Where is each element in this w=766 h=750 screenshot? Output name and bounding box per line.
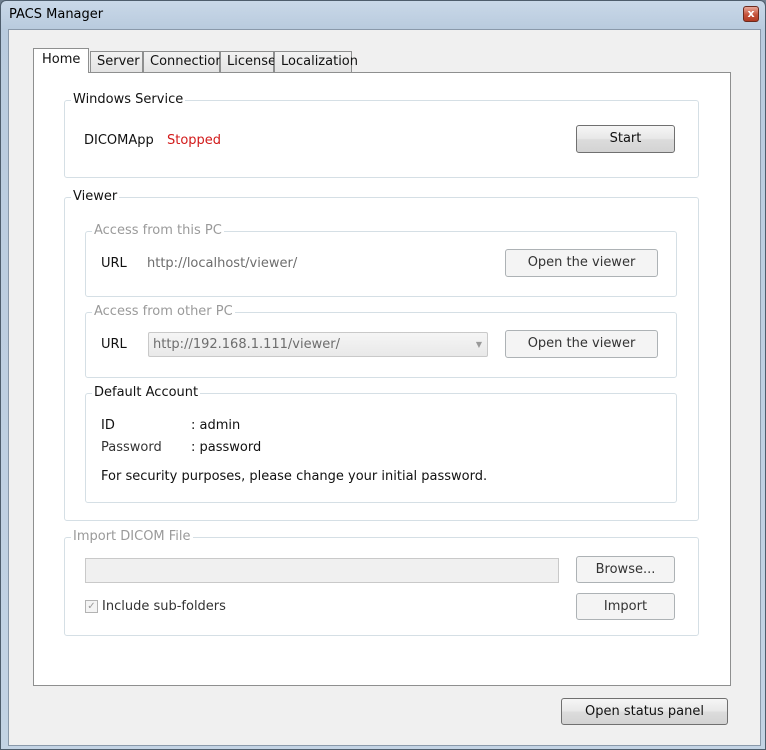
window-title: PACS Manager [9, 7, 104, 22]
tab-license[interactable]: License [220, 51, 276, 72]
open-status-panel-button[interactable]: Open status panel [561, 698, 728, 725]
local-url-value: http://localhost/viewer/ [147, 256, 298, 271]
service-name: DICOMApp [84, 133, 154, 148]
tab-server[interactable]: Server [90, 51, 143, 72]
chevron-down-icon: ▼ [475, 340, 482, 349]
local-url-label: URL [101, 256, 127, 271]
include-subfolders-checkbox[interactable]: ✓ [85, 600, 98, 613]
open-viewer-remote-button[interactable]: Open the viewer [505, 330, 658, 358]
access-local-group: Access from this PC URL http://localhost… [85, 223, 677, 297]
default-account-group: Default Account ID : admin Password : pa… [85, 385, 677, 503]
service-status: Stopped [167, 133, 222, 148]
home-tab-panel: Windows Service DICOMApp Stopped Start V… [33, 72, 731, 686]
tab-home[interactable]: Home [33, 48, 90, 73]
close-icon[interactable]: x [743, 6, 759, 22]
include-subfolders-label: Include sub-folders [102, 599, 226, 614]
access-remote-group: Access from other PC URL http://192.168.… [85, 304, 677, 378]
tab-connection[interactable]: Connection [143, 51, 224, 72]
default-account-legend: Default Account [92, 385, 201, 401]
open-viewer-local-button[interactable]: Open the viewer [505, 249, 658, 277]
account-id-label: ID [101, 418, 115, 433]
browse-button[interactable]: Browse... [576, 556, 675, 583]
viewer-legend: Viewer [71, 189, 120, 205]
access-local-legend: Access from this PC [92, 223, 224, 239]
access-remote-legend: Access from other PC [92, 304, 235, 320]
viewer-group: Viewer Access from this PC URL http://lo… [64, 189, 699, 521]
import-path-field[interactable] [85, 558, 559, 583]
import-legend: Import DICOM File [71, 529, 193, 545]
app-window: PACS Manager x Home Server Connection Li… [0, 0, 766, 750]
client-area: Home Server Connection License Localizat… [8, 29, 761, 746]
remote-url-select[interactable]: http://192.168.1.111/viewer/ ▼ [148, 332, 488, 357]
remote-url-label: URL [101, 337, 127, 352]
windows-service-group: Windows Service DICOMApp Stopped Start [64, 92, 699, 178]
security-note: For security purposes, please change you… [101, 469, 488, 484]
tab-localization[interactable]: Localization [274, 51, 358, 72]
account-password-value: : password [191, 440, 262, 455]
start-button[interactable]: Start [576, 125, 675, 153]
account-password-label: Password [101, 440, 162, 455]
remote-url-value: http://192.168.1.111/viewer/ [153, 337, 340, 352]
import-button[interactable]: Import [576, 593, 675, 620]
windows-service-legend: Windows Service [71, 92, 186, 108]
title-bar[interactable]: PACS Manager x [1, 1, 765, 29]
account-id-value: : admin [191, 418, 241, 433]
import-group: Import DICOM File Browse... ✓ Include su… [64, 529, 699, 636]
